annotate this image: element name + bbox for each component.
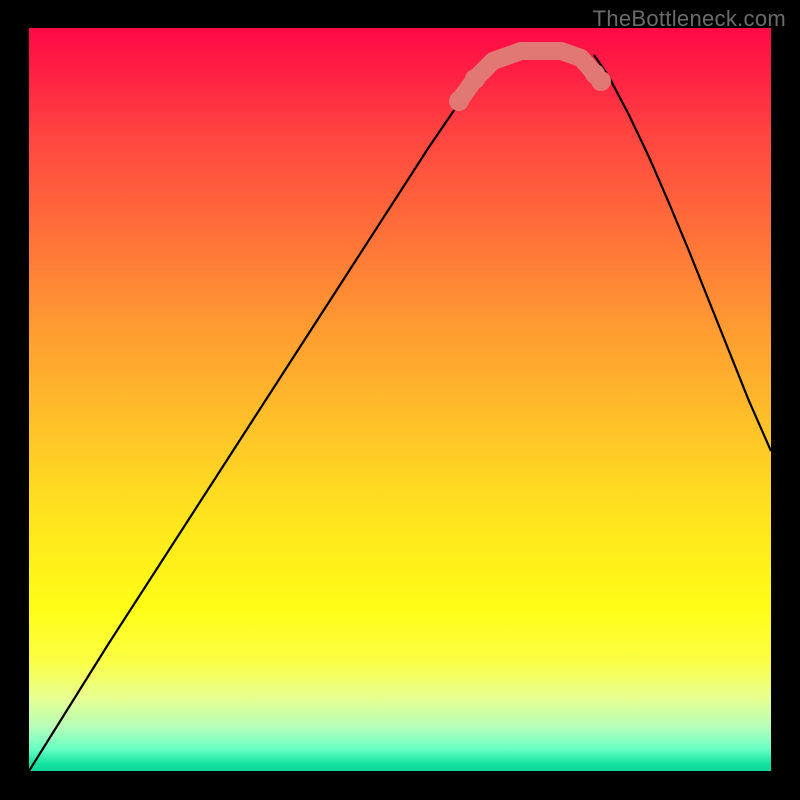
chart-svg	[29, 28, 771, 771]
valley-highlight-dots	[449, 64, 611, 111]
chart-frame: TheBottleneck.com	[0, 0, 800, 800]
right-curve	[594, 55, 771, 451]
left-curve	[29, 51, 519, 771]
